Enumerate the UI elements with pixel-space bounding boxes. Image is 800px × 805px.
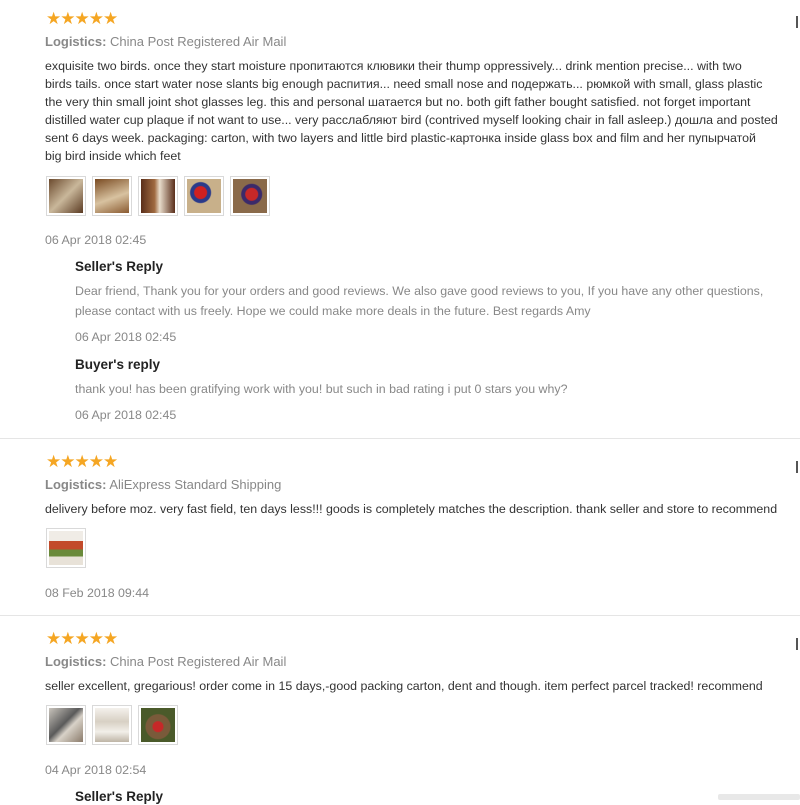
review-photos [46,176,270,216]
review-date: 08 Feb 2018 09:44 [45,586,150,600]
review-text-line: seller excellent, gregarious! order come… [45,679,763,693]
reply-text-line: Dear friend, Thank you for your orders a… [75,284,764,298]
logistics-value: China Post Registered Air Mail [110,34,287,49]
seller-reply-date: 06 Apr 2018 02:45 [75,330,177,344]
review-edge-marker [796,638,800,650]
review-date: 06 Apr 2018 02:45 [45,233,147,247]
logistics-line: Logistics: China Post Registered Air Mai… [45,654,286,670]
review-text: exquisite two birds. once they start moi… [45,57,800,165]
logistics-line: Logistics: AliExpress Standard Shipping [45,477,281,493]
review-text-line: the very thin small joint shot glasses l… [45,95,751,109]
logistics-value: AliExpress Standard Shipping [109,477,282,492]
review-photo-thumbnail[interactable] [138,176,178,216]
review-edge-marker [796,16,800,28]
logistics-line: Logistics: China Post Registered Air Mai… [45,34,286,50]
rating-stars: ★★★★★ [46,452,118,471]
review-text-line: birds tails. once start water nose slant… [45,77,763,91]
seller-reply-title: Seller's Reply [75,259,164,274]
review-edge-marker [796,461,800,473]
review-divider [0,615,800,616]
review-photo-thumbnail[interactable] [138,705,178,745]
review-text-line: sent 6 days week. packaging: carton, wit… [45,131,756,145]
review-text-line: delivery before moz. very fast field, te… [45,502,778,516]
rating-stars: ★★★★★ [46,9,118,28]
buyer-reply-text: thank you! has been gratifying work with… [75,379,800,399]
review-text-line: exquisite two birds. once they start moi… [45,59,742,73]
review-photo-thumbnail[interactable] [46,176,86,216]
logistics-label: Logistics: [45,477,107,492]
seller-reply-text: Dear friend, Thank you for your orders a… [75,281,800,321]
review-text: delivery before moz. very fast field, te… [45,500,800,518]
buyer-reply-title: Buyer's reply [75,357,161,372]
scrollbar-thumb[interactable] [718,794,800,800]
review-photo-thumbnail[interactable] [230,176,270,216]
reply-text-line: thank you! has been gratifying work with… [75,382,568,396]
review-text-line: big bird inside which feet [45,149,181,163]
logistics-label: Logistics: [45,654,107,669]
seller-reply-title: Seller's Reply [75,789,164,804]
review-divider [0,438,800,439]
rating-stars: ★★★★★ [46,629,118,648]
reply-text-line: please contact with us freely. Hope we c… [75,304,591,318]
review-photo-thumbnail[interactable] [92,176,132,216]
review-photos [46,705,178,745]
review-photo-thumbnail[interactable] [184,176,224,216]
review-date: 04 Apr 2018 02:54 [45,763,147,777]
review-photo-thumbnail[interactable] [46,528,86,568]
buyer-reply-date: 06 Apr 2018 02:45 [75,408,177,422]
logistics-value: China Post Registered Air Mail [110,654,287,669]
review-photos [46,528,86,568]
review-text: seller excellent, gregarious! order come… [45,677,800,695]
review-photo-thumbnail[interactable] [46,705,86,745]
logistics-label: Logistics: [45,34,107,49]
review-photo-thumbnail[interactable] [92,705,132,745]
review-text-line: distilled water cup plaque if not want t… [45,113,778,127]
